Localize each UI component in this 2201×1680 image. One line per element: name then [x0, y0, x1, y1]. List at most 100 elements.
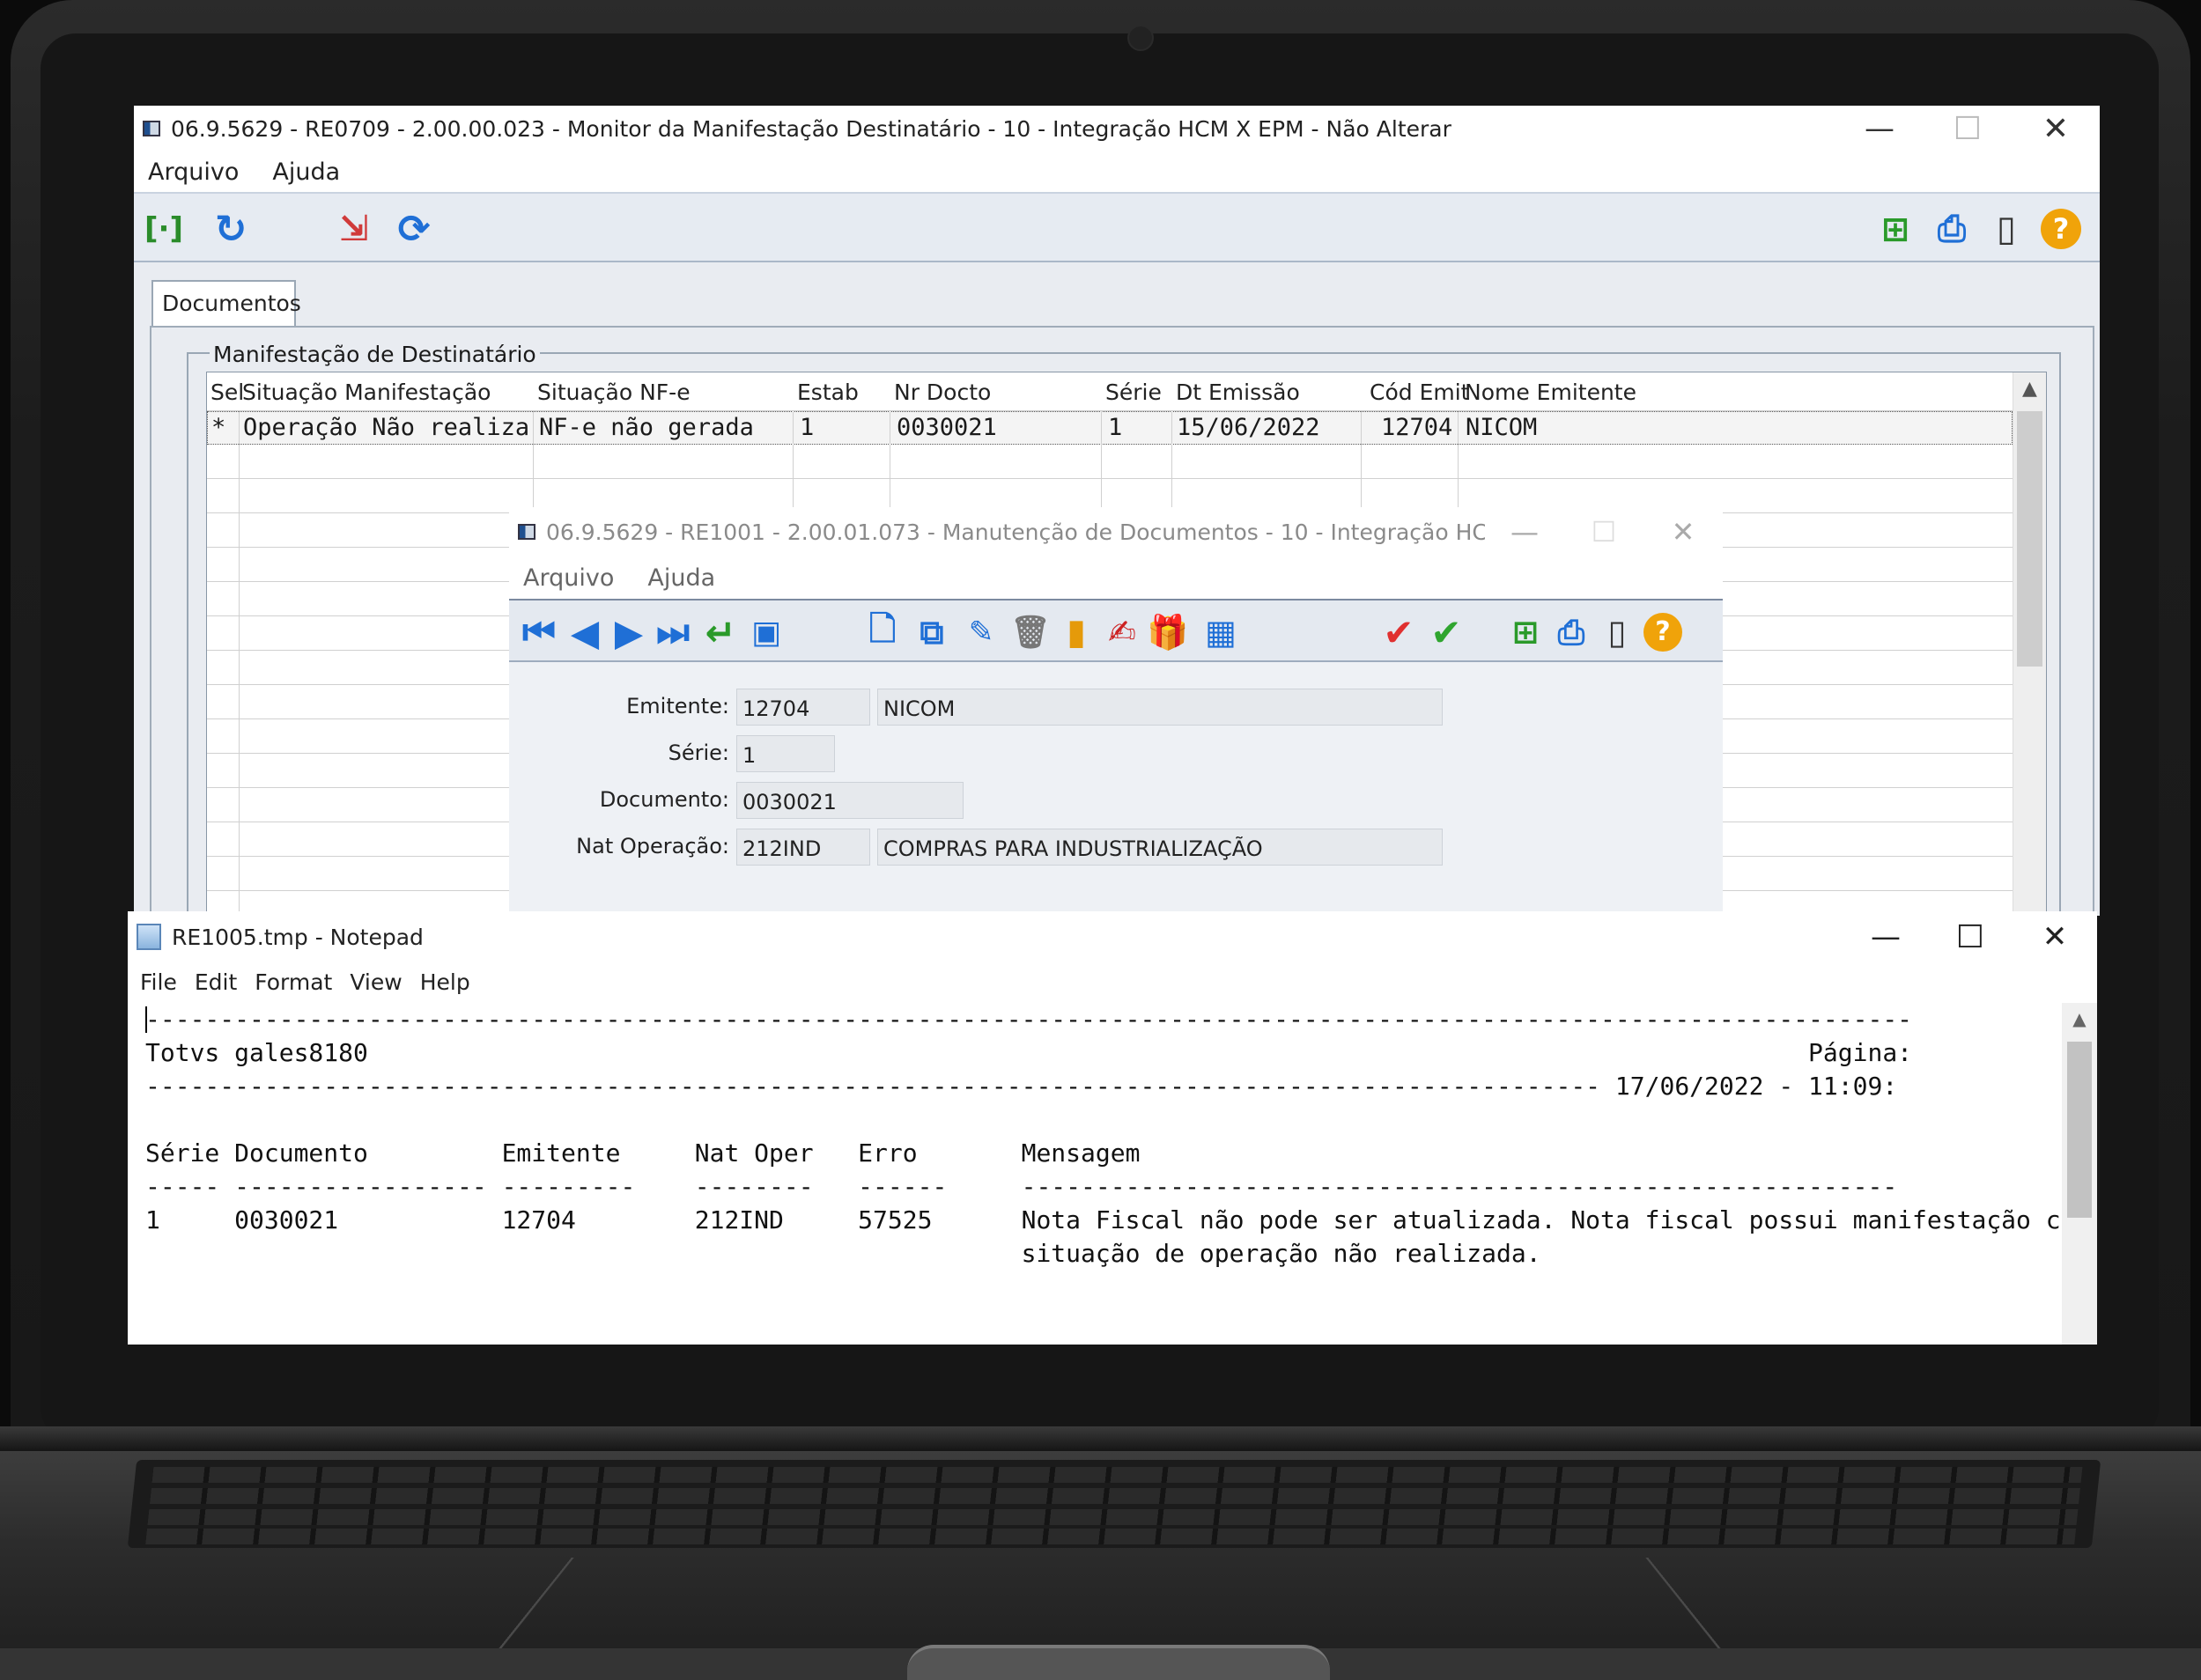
tree-icon[interactable]: ⊞ — [1871, 204, 1920, 254]
minimize-button[interactable]: — — [1835, 111, 1924, 146]
menu-bar: File Edit Format View Help — [128, 962, 2097, 1001]
col-dt-emissao[interactable]: Dt Emissão — [1176, 379, 1300, 405]
col-situacao-manifestacao[interactable]: Situação Manifestação — [242, 379, 491, 405]
close-button[interactable]: ✕ — [1643, 515, 1723, 549]
minimize-button[interactable]: — — [1843, 919, 1928, 954]
col-nr-docto[interactable]: Nr Docto — [894, 379, 991, 405]
copy-icon[interactable]: ⧉ — [911, 608, 953, 657]
cell-situacao-manifestacao: Operação Não realiza — [243, 414, 530, 441]
notepad-text-area[interactable]: ----------------------------------------… — [145, 1003, 2062, 1345]
menu-arquivo[interactable]: Arquivo — [523, 564, 614, 592]
select-icon[interactable]: [·] — [139, 204, 188, 254]
grid-column-line — [239, 411, 240, 915]
menu-format[interactable]: Format — [255, 969, 332, 995]
cell-nr-docto: 0030021 — [897, 414, 997, 441]
notepad-icon — [137, 924, 161, 950]
emitente-name-field: NICOM — [877, 689, 1443, 726]
signature-icon[interactable]: ✍ — [1101, 608, 1143, 657]
scroll-thumb[interactable] — [2017, 411, 2042, 667]
emitente-code-field[interactable]: 12704 — [736, 689, 870, 726]
serie-field[interactable]: 1 — [736, 735, 835, 772]
laptop-hinge — [0, 1426, 2201, 1451]
goto-icon[interactable]: ↵ — [699, 608, 742, 657]
confirm-check-icon[interactable]: ✔ — [1425, 608, 1467, 657]
keyboard — [127, 1460, 2101, 1548]
title-bar: 06.9.5629 - RE1001 - 2.00.01.073 - Manut… — [509, 507, 1723, 556]
grid-header: Sel Situação Manifestação Situação NF-e … — [207, 372, 2013, 411]
menu-file[interactable]: File — [140, 969, 177, 995]
notepad-window: RE1005.tmp - Notepad — ☐ ✕ File Edit For… — [128, 911, 2097, 1345]
exit-door-icon[interactable]: ▯ — [1596, 608, 1638, 657]
cell-cod-emit: 12704 — [1381, 414, 1453, 441]
text-line: 1 0030021 12704 212IND 57525 Nota Fiscal… — [145, 1205, 2062, 1234]
cell-dt-emissao: 15/06/2022 — [1177, 414, 1320, 441]
col-cod-emit[interactable]: Cód Emit — [1370, 379, 1469, 405]
scroll-up-icon[interactable]: ▲ — [2013, 372, 2046, 408]
scroll-thumb[interactable] — [2067, 1042, 2092, 1218]
serie-label: Série: — [668, 741, 729, 765]
menu-help[interactable]: Help — [420, 969, 470, 995]
print-icon[interactable]: ⎙ — [1550, 608, 1592, 657]
notepad-scrollbar[interactable]: ▲ — [2062, 1003, 2097, 1345]
menu-view[interactable]: View — [350, 969, 402, 995]
edit-icon[interactable]: ✎ — [960, 608, 1002, 657]
maximize-button[interactable]: ☐ — [1928, 919, 2013, 955]
col-nome-emitente[interactable]: Nome Emitente — [1465, 379, 1636, 405]
app-icon — [518, 524, 535, 540]
scroll-up-icon[interactable]: ▲ — [2062, 1003, 2097, 1035]
col-situacao-nfe[interactable]: Situação NF-e — [537, 379, 691, 405]
new-document-icon[interactable]: 🗋 — [861, 608, 904, 657]
group-label: Manifestação de Destinatário — [210, 342, 540, 367]
tab-documentos[interactable]: Documentos — [151, 280, 301, 328]
cancel-check-icon[interactable]: ✔ — [1377, 608, 1420, 657]
maximize-button[interactable]: ☐ — [1924, 111, 2012, 147]
toolbar: ⏮ ◀ ▶ ⏭ ↵ ▣ 🗋 ⧉ ✎ 🗑 ▮ ✍ 🎁 ▦ ✔ ✔ ⊞ ⎙ ▯ ? — [509, 599, 1723, 662]
refresh-icon[interactable]: ↻ — [206, 204, 255, 254]
book-icon[interactable]: ▮ — [1055, 608, 1097, 657]
documento-label: Documento: — [599, 787, 729, 812]
first-record-icon[interactable]: ⏮ — [518, 608, 560, 657]
menu-ajuda[interactable]: Ajuda — [272, 158, 340, 186]
window-title: RE1005.tmp - Notepad — [172, 924, 424, 950]
grid-scrollbar[interactable]: ▲ — [2013, 372, 2046, 915]
text-line: Totvs gales8180 Página: — [145, 1038, 1913, 1067]
grid-row-line — [207, 478, 2013, 479]
nat-operacao-code-field[interactable]: 212IND — [736, 829, 870, 866]
calendar-icon[interactable]: ▦ — [1200, 608, 1242, 657]
maximize-button[interactable]: ☐ — [1564, 515, 1643, 549]
webcam — [1127, 25, 1154, 51]
minimize-button[interactable]: — — [1485, 515, 1564, 549]
cell-estab: 1 — [800, 414, 815, 441]
last-record-icon[interactable]: ⏭ — [652, 608, 694, 657]
text-line: Série Documento Emitente Nat Oper Erro M… — [145, 1138, 1141, 1168]
col-serie[interactable]: Série — [1105, 379, 1162, 405]
exit-door-icon[interactable]: ▯ — [1982, 204, 2031, 254]
next-record-icon[interactable]: ▶ — [608, 608, 650, 657]
cell-sel: * — [211, 414, 226, 441]
print-icon[interactable]: ⎙ — [1927, 204, 1976, 254]
col-sel[interactable]: Sel — [210, 379, 244, 405]
help-icon[interactable]: ? — [1642, 608, 1684, 657]
title-bar: RE1005.tmp - Notepad — ☐ ✕ — [128, 911, 2097, 962]
help-icon[interactable]: ? — [2036, 204, 2086, 254]
gift-icon[interactable]: 🎁 — [1147, 608, 1189, 657]
documento-field[interactable]: 0030021 — [736, 782, 964, 819]
toolbar: [·] ↻ ⇲ ⟳ ⊞ ⎙ ▯ ? — [134, 192, 2100, 262]
table-row[interactable]: * Operação Não realiza NF-e não gerada 1… — [207, 411, 2013, 445]
text-line: ----- ----------------- --------- ------… — [145, 1172, 1898, 1201]
menu-arquivo[interactable]: Arquivo — [148, 158, 239, 186]
nat-operacao-row: Nat Operação: 212IND COMPRAS PARA INDUST… — [509, 825, 1723, 867]
tree-icon[interactable]: ⊞ — [1504, 608, 1547, 657]
menu-bar: Arquivo Ajuda — [509, 556, 1723, 599]
cell-situacao-nfe: NF-e não gerada — [539, 414, 754, 441]
close-button[interactable]: ✕ — [2013, 919, 2097, 954]
menu-ajuda[interactable]: Ajuda — [647, 564, 715, 592]
previous-record-icon[interactable]: ◀ — [564, 608, 606, 657]
close-button[interactable]: ✕ — [2012, 111, 2100, 147]
delete-icon[interactable]: 🗑 — [1009, 608, 1052, 657]
download-icon[interactable]: ⇲ — [329, 204, 379, 254]
search-icon[interactable]: ▣ — [745, 608, 787, 657]
col-estab[interactable]: Estab — [797, 379, 859, 405]
sync-icon[interactable]: ⟳ — [389, 204, 439, 254]
menu-edit[interactable]: Edit — [195, 969, 237, 995]
